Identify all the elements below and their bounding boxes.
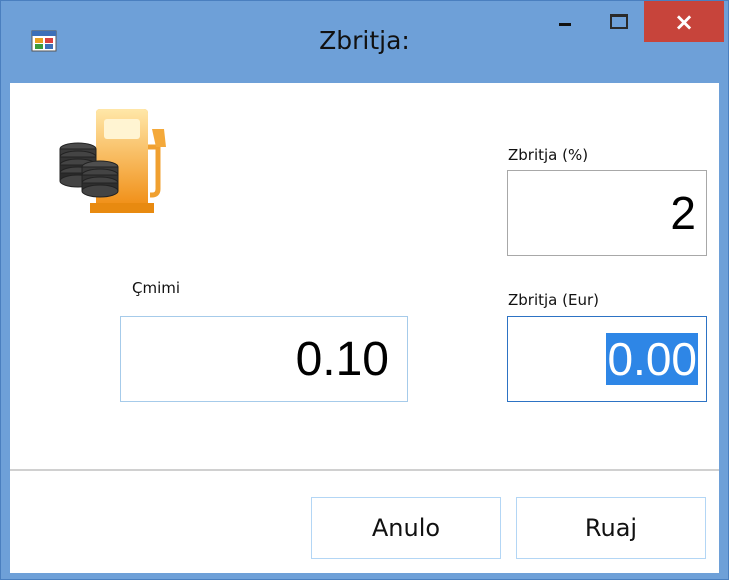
maximize-button[interactable] [593,1,645,42]
close-icon: × [673,7,695,36]
price-label: Çmimi [132,279,181,297]
save-button[interactable]: Ruaj [516,497,706,559]
discount-eur-selected-value: 0.00 [606,332,698,386]
price-input[interactable]: 0.10 [120,316,408,402]
discount-percent-label: Zbritja (%) [508,146,589,164]
minimize-icon [559,23,571,26]
cancel-button[interactable]: Anulo [311,497,501,559]
divider [10,469,719,471]
discount-eur-input[interactable]: 0.00 [507,316,707,402]
discount-eur-label: Zbritja (Eur) [508,291,599,309]
dialog-body: Zbritja (%) 2 Çmimi 0.10 Zbritja (Eur) 0… [10,83,719,573]
title-bar[interactable]: Zbritja: × [1,1,728,83]
close-button[interactable]: × [644,1,724,42]
dialog-window: Zbritja: × Zbritja (%) 2 Çmimi 0.10 Zbri… [0,0,729,580]
fuel-pump-coins-icon [59,109,166,213]
discount-percent-value: 2 [670,187,696,239]
discount-percent-input[interactable]: 2 [507,170,707,256]
maximize-icon [610,14,628,29]
price-value: 0.10 [295,332,389,386]
minimize-button[interactable] [539,1,591,42]
